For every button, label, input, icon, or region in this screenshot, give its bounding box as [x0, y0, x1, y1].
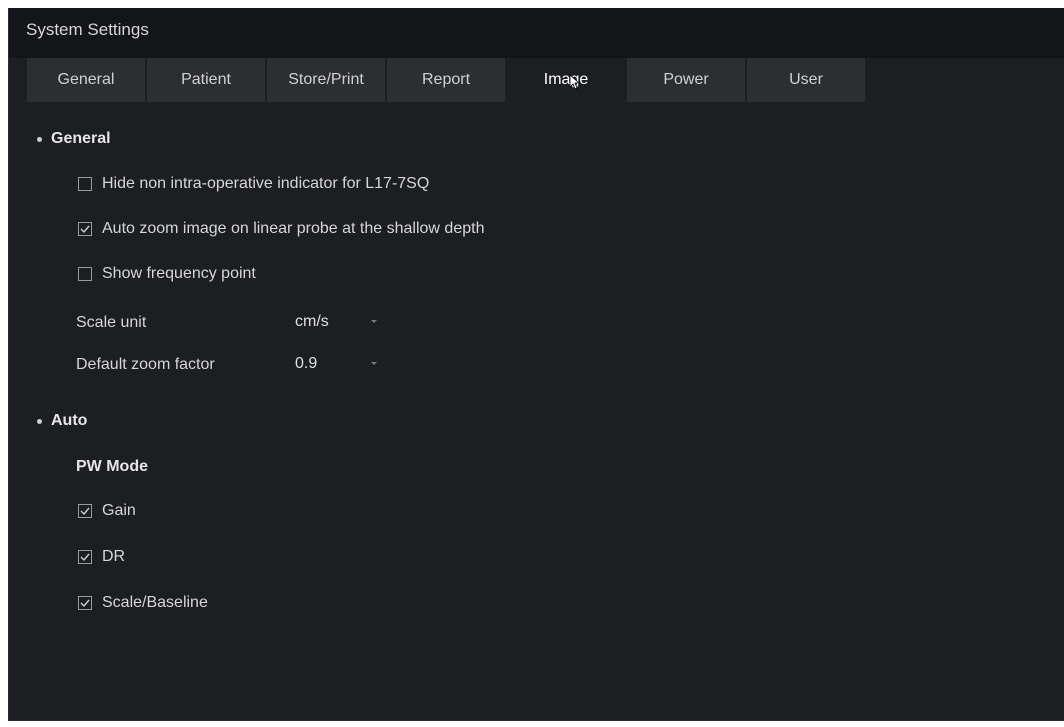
checkbox-label: Auto zoom image on linear probe at the s…: [102, 220, 485, 237]
chevron-down-icon: [371, 320, 377, 323]
tab-label: Store/Print: [288, 71, 364, 88]
tab-label: General: [57, 71, 115, 88]
pw-mode-heading: PW Mode: [76, 458, 148, 475]
checkbox-box[interactable]: [78, 504, 92, 518]
tab-label: Image: [543, 71, 589, 88]
section-title: General: [51, 130, 111, 147]
tab-bar: General Patient Store/Print Report Image…: [27, 58, 867, 102]
checkbox-label: Hide non intra-operative indicator for L…: [102, 175, 430, 192]
select-value: cm/s: [295, 313, 329, 330]
zoom-factor-select[interactable]: 0.9: [287, 351, 383, 377]
tab-label: Report: [421, 71, 471, 88]
section-auto-heading: Auto: [37, 412, 87, 430]
checkbox-dr[interactable]: DR: [78, 548, 125, 566]
settings-window: System Settings General Patient Store/Pr…: [8, 8, 1064, 721]
section-general-heading: General: [37, 130, 111, 148]
bullet-icon: [37, 136, 42, 142]
checkbox-box[interactable]: [78, 596, 92, 610]
checkbox-box[interactable]: [78, 222, 92, 236]
check-icon: [80, 507, 90, 516]
select-value: 0.9: [295, 355, 318, 372]
checkbox-box[interactable]: [78, 177, 92, 191]
checkbox-label: Scale/Baseline: [102, 594, 208, 611]
tab-image[interactable]: Image: [507, 58, 625, 102]
tab-store-print[interactable]: Store/Print: [267, 58, 385, 102]
tab-content: General Hide non intra-operative indicat…: [9, 102, 1064, 720]
check-icon: [80, 225, 90, 234]
checkbox-box[interactable]: [78, 550, 92, 564]
check-icon: [80, 599, 90, 608]
checkbox-label: DR: [102, 548, 126, 565]
window-title: System Settings: [26, 20, 149, 39]
tab-report[interactable]: Report: [387, 58, 505, 102]
zoom-factor-label: Default zoom factor: [76, 356, 215, 373]
checkbox-hide-non-intra-operative[interactable]: Hide non intra-operative indicator for L…: [78, 175, 429, 193]
tab-label: Power: [663, 71, 709, 88]
checkbox-label: Gain: [102, 502, 136, 519]
tab-general[interactable]: General: [27, 58, 145, 102]
tab-user[interactable]: User: [747, 58, 865, 102]
checkbox-label: Show frequency point: [102, 265, 256, 282]
tab-label: User: [789, 71, 823, 88]
checkbox-gain[interactable]: Gain: [78, 502, 136, 520]
scale-unit-select[interactable]: cm/s: [287, 309, 383, 335]
mouse-cursor-icon: [569, 74, 581, 90]
section-title: Auto: [51, 412, 88, 429]
checkbox-show-frequency-point[interactable]: Show frequency point: [78, 265, 256, 283]
tab-patient[interactable]: Patient: [147, 58, 265, 102]
title-bar: System Settings: [9, 8, 1064, 58]
bullet-icon: [37, 418, 42, 424]
checkbox-auto-zoom[interactable]: Auto zoom image on linear probe at the s…: [78, 220, 484, 238]
chevron-down-icon: [371, 362, 377, 365]
tab-label: Patient: [181, 71, 231, 88]
checkbox-scale-baseline[interactable]: Scale/Baseline: [78, 594, 208, 612]
tab-power[interactable]: Power: [627, 58, 745, 102]
checkbox-box[interactable]: [78, 267, 92, 281]
scale-unit-label: Scale unit: [76, 314, 147, 331]
check-icon: [80, 553, 90, 562]
